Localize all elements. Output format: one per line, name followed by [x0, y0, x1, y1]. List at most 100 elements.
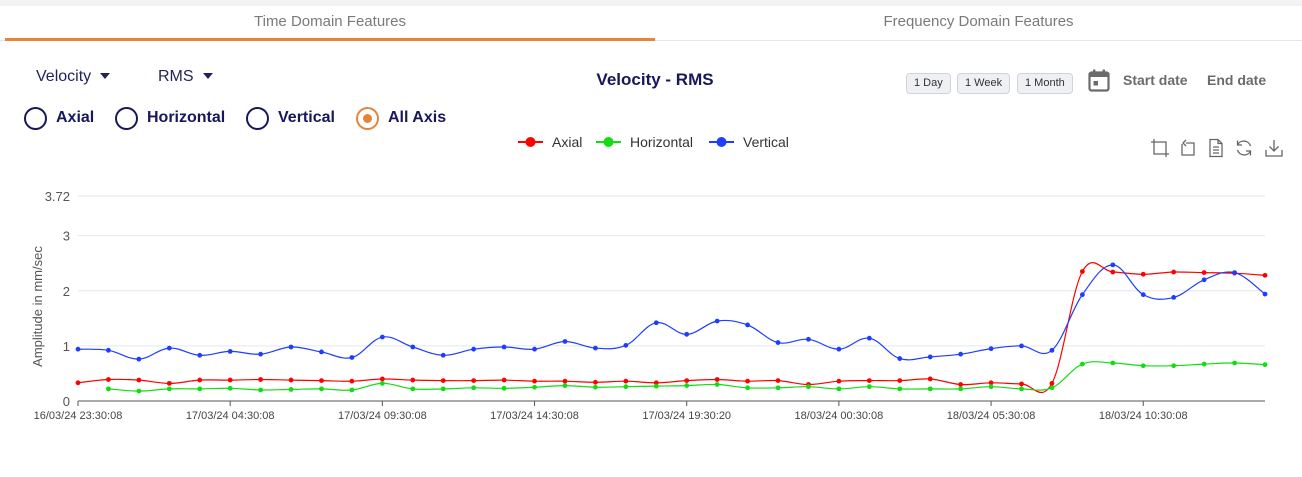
tab-frequency-domain-features[interactable]: Frequency Domain Features: [655, 6, 1302, 38]
data-point: [958, 386, 964, 392]
data-point: [471, 378, 477, 384]
data-point: [349, 387, 355, 393]
x-tick-label: 17/03/24 19:30:20: [642, 410, 731, 422]
caret-down-icon: [100, 73, 111, 79]
x-tick-label: 17/03/24 04:30:08: [186, 410, 275, 422]
parameter-dropdown-value: Velocity: [36, 68, 92, 85]
data-point: [714, 377, 720, 382]
data-point: [410, 377, 416, 383]
data-point: [319, 378, 324, 384]
legend-marker: [603, 137, 614, 147]
y-tick-label: 0: [63, 394, 70, 409]
data-point: [1019, 381, 1024, 387]
data-point: [775, 385, 781, 391]
calendar-icon[interactable]: [1088, 69, 1110, 92]
data-point: [745, 385, 750, 391]
data-point: [897, 378, 903, 384]
range-1-day-button[interactable]: 1 Day: [906, 73, 951, 94]
data-point: [288, 377, 294, 383]
data-point: [1201, 270, 1207, 275]
data-point: [75, 346, 81, 352]
data-point: [1140, 363, 1146, 369]
data-point: [593, 384, 598, 390]
data-point: [379, 334, 385, 340]
legend-item-axial[interactable]: Axial: [518, 134, 582, 150]
start-date-picker[interactable]: Start date: [1123, 72, 1188, 88]
data-point: [593, 379, 598, 385]
data-point: [806, 336, 811, 342]
data-point: [593, 345, 598, 351]
data-point: [927, 376, 933, 382]
data-point: [349, 355, 355, 360]
velocity-rms-chart: 0 1 2 3 3.72 16/03/24 23:30:08 17/03/24 04:30:…: [30, 134, 1268, 422]
x-tick-label: 18/03/24 05:30:08: [947, 410, 1036, 422]
data-point: [501, 385, 507, 391]
data-point: [410, 386, 416, 392]
data-point: [106, 386, 111, 392]
data-point: [136, 377, 142, 383]
data-point: [1049, 385, 1055, 391]
x-tick-label: 17/03/24 14:30:08: [490, 410, 579, 422]
range-1-month-button[interactable]: 1 Month: [1017, 73, 1073, 94]
data-point: [197, 377, 203, 383]
data-point: [745, 322, 750, 328]
data-point: [1232, 360, 1237, 366]
series-vertical: [75, 262, 1268, 362]
data-point: [1232, 270, 1237, 275]
legend-marker: [525, 137, 536, 147]
data-point: [440, 378, 446, 384]
data-point: [714, 318, 720, 324]
data-point: [106, 377, 111, 382]
data-point: [806, 384, 811, 390]
data-point: [958, 382, 964, 387]
data-point: [1262, 362, 1268, 368]
data-point: [1140, 292, 1146, 298]
data-point: [471, 385, 477, 391]
data-point: [866, 384, 872, 390]
data-point: [623, 342, 629, 348]
x-tick-label: 18/03/24 10:30:08: [1099, 410, 1188, 422]
data-point: [866, 378, 872, 384]
data-point: [562, 339, 568, 344]
x-tick-label: 18/03/24 00:30:08: [795, 410, 884, 422]
tab-time-domain-features[interactable]: Time Domain Features: [5, 6, 655, 41]
data-point: [836, 386, 842, 392]
range-1-week-button[interactable]: 1 Week: [957, 73, 1011, 94]
data-point: [197, 386, 203, 392]
data-point: [1171, 363, 1177, 369]
data-point: [501, 344, 507, 350]
data-point: [684, 383, 690, 388]
legend-label: Horizontal: [630, 134, 693, 150]
series-horizontal: [106, 360, 1268, 394]
data-point: [866, 335, 872, 341]
data-point: [653, 320, 659, 326]
legend-label: Vertical: [743, 134, 789, 150]
data-point: [927, 354, 933, 360]
data-point: [166, 345, 172, 351]
data-point: [1110, 262, 1116, 268]
legend-item-horizontal[interactable]: Horizontal: [596, 134, 693, 150]
parameter-dropdown[interactable]: Velocity: [36, 68, 111, 86]
data-point: [1049, 380, 1055, 386]
data-point: [227, 349, 233, 354]
data-point: [1110, 269, 1116, 275]
legend-item-vertical[interactable]: Vertical: [709, 134, 789, 150]
feature-dropdown[interactable]: RMS: [158, 68, 213, 86]
data-point: [288, 344, 294, 350]
data-point: [988, 384, 994, 390]
y-tick-label: 1: [63, 339, 70, 354]
data-point: [1079, 269, 1085, 274]
data-point: [836, 346, 842, 352]
data-point: [288, 387, 294, 392]
data-point: [166, 386, 172, 392]
end-date-picker[interactable]: End date: [1207, 72, 1266, 88]
data-point: [197, 352, 203, 358]
data-point: [379, 380, 385, 386]
data-point: [684, 378, 690, 384]
data-point: [927, 386, 933, 392]
data-point: [562, 383, 568, 388]
data-point: [440, 352, 446, 358]
data-point: [623, 384, 629, 390]
data-point: [319, 386, 324, 392]
data-point: [1171, 294, 1177, 300]
